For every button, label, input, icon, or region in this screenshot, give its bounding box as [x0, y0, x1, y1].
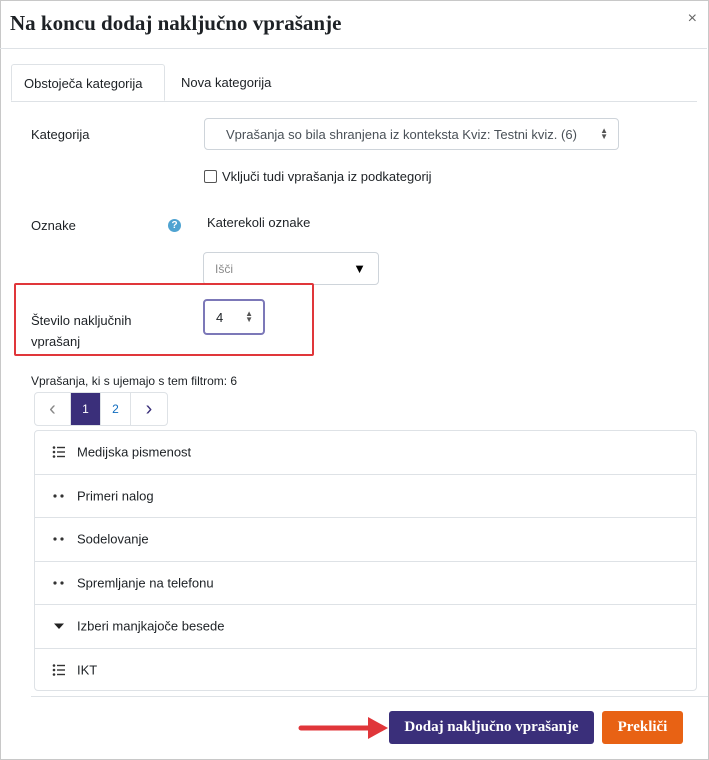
- multichoice-icon: [52, 664, 65, 677]
- category-select[interactable]: Vprašanja so bila shranjena iz konteksta…: [204, 118, 619, 150]
- include-subcategories-checkbox[interactable]: [204, 170, 217, 183]
- ddwtos-icon: [53, 581, 64, 585]
- dropdown-arrow-icon: ▼: [353, 261, 366, 276]
- help-icon[interactable]: ?: [168, 219, 181, 232]
- dialog-title: Na koncu dodaj naključno vprašanje: [10, 11, 342, 35]
- pagination-page-1[interactable]: 1: [71, 393, 101, 425]
- include-subcategories-label: Vključi tudi vprašanja iz podkategorij: [222, 169, 432, 184]
- question-name: Primeri nalog: [77, 488, 154, 504]
- question-name: IKT: [77, 662, 98, 678]
- list-item[interactable]: Izberi manjkajoče besede: [35, 605, 696, 649]
- tags-search-input[interactable]: Išči ▼: [203, 252, 379, 285]
- pagination-page-2[interactable]: 2: [101, 393, 131, 425]
- tags-label: Oznake: [31, 218, 76, 233]
- category-label: Kategorija: [31, 127, 90, 142]
- question-count-select[interactable]: 4 ▲ ▼: [203, 299, 265, 335]
- pagination-prev[interactable]: ‹: [35, 393, 71, 425]
- pagination-next[interactable]: ›: [131, 393, 167, 425]
- question-count-value: 4: [216, 310, 224, 325]
- filter-summary: Vprašanja, ki s ujemajo s tem filtrom: 6: [31, 374, 238, 388]
- list-item[interactable]: Medijska pismenost: [35, 431, 696, 475]
- question-name: Izberi manjkajoče besede: [77, 618, 225, 634]
- category-select-value: Vprašanja so bila shranjena iz konteksta…: [226, 127, 577, 142]
- pagination: ‹ 1 2 ›: [34, 392, 168, 426]
- select-arrows-icon: ▲ ▼: [600, 126, 608, 141]
- cancel-button[interactable]: Prekliči: [602, 711, 683, 744]
- tags-any-text: Katerekoli oznake: [207, 215, 311, 230]
- gapselect-icon: [54, 623, 64, 630]
- select-arrows-icon: ▲ ▼: [245, 309, 253, 324]
- arrow-annotation-icon: [298, 717, 388, 739]
- list-item[interactable]: Primeri nalog: [35, 475, 696, 518]
- question-name: Medijska pismenost: [77, 444, 192, 460]
- list-item[interactable]: Sodelovanje: [35, 518, 696, 562]
- question-count-label: Število naključnih vprašanj: [31, 310, 131, 352]
- question-name: Spremljanje na telefonu: [77, 575, 214, 591]
- question-list: Medijska pismenost Primeri nalog Sodelov…: [34, 430, 697, 691]
- tab-bar: Obstoječa kategorija Nova kategorija: [11, 64, 697, 102]
- tab-existing-category[interactable]: Obstoječa kategorija: [11, 64, 165, 101]
- tags-search-placeholder: Išči: [215, 262, 233, 276]
- question-count-label-line1: Število naključnih: [31, 313, 132, 328]
- multichoice-icon: [52, 446, 65, 459]
- list-item[interactable]: Spremljanje na telefonu: [35, 562, 696, 605]
- list-item[interactable]: IKT: [35, 649, 696, 693]
- ddwtos-icon: [53, 494, 64, 498]
- question-name: Sodelovanje: [77, 531, 149, 547]
- close-icon[interactable]: ×: [688, 10, 697, 28]
- question-count-label-line2: vprašanj: [31, 334, 81, 349]
- tab-new-category[interactable]: Nova kategorija: [169, 64, 289, 101]
- footer-divider: [31, 696, 708, 697]
- add-random-question-button[interactable]: Dodaj naključno vprašanje: [389, 711, 594, 744]
- dialog-header: Na koncu dodaj naključno vprašanje ×: [0, 0, 707, 49]
- ddwtos-icon: [53, 537, 64, 541]
